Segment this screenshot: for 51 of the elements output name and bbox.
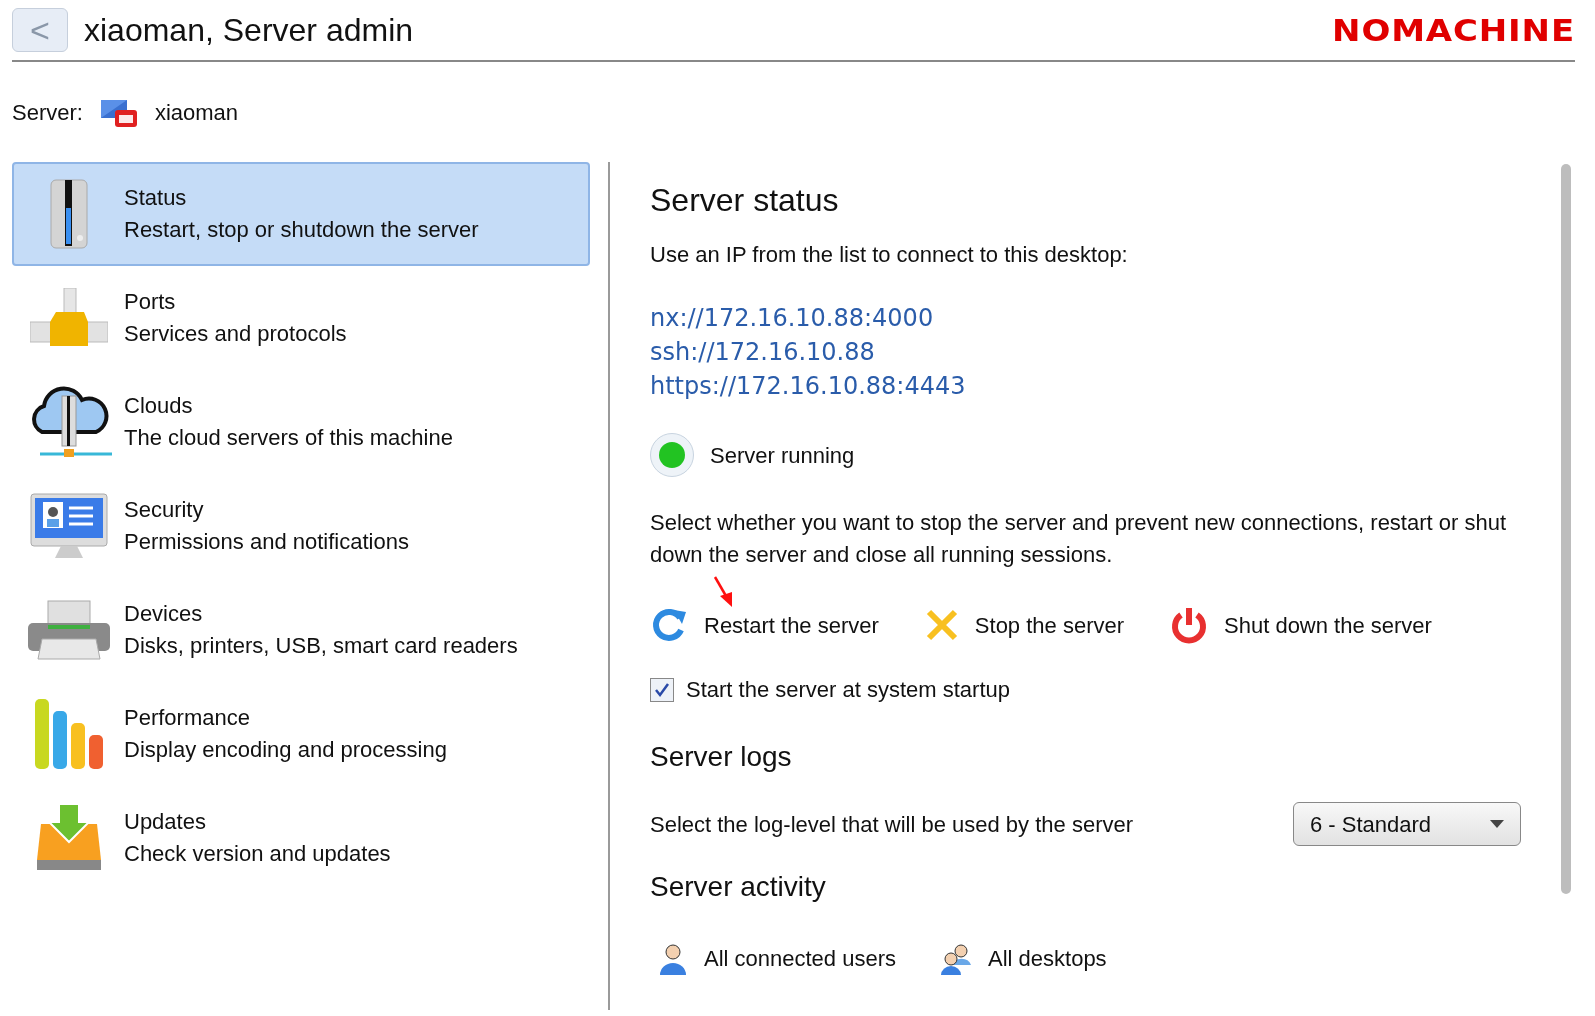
- server-tower-icon: [47, 178, 91, 250]
- item-subtitle: Permissions and notifications: [124, 528, 409, 556]
- user-icon: [658, 942, 688, 975]
- startup-label: Start the server at system startup: [686, 676, 1010, 704]
- section-heading: Server activity: [650, 870, 827, 904]
- action-button[interactable]: Restart the server: [650, 606, 879, 644]
- address-link[interactable]: nx://172.16.10.88:4000: [650, 301, 934, 335]
- startup-checkbox[interactable]: [650, 677, 674, 702]
- section-heading: Server logs: [650, 740, 793, 774]
- page-title: xiaoman, Server admin: [84, 11, 415, 50]
- activity-link[interactable]: All connected users: [650, 942, 896, 975]
- server-label: Server:: [12, 98, 83, 127]
- item-subtitle: Restart, stop or shutdown the server: [124, 216, 479, 244]
- monitor-profile-icon: [29, 492, 109, 560]
- server-name: xiaoman: [154, 98, 239, 127]
- section-heading: Server status: [650, 181, 840, 220]
- item-title: Performance: [124, 704, 251, 732]
- address-link[interactable]: ssh://172.16.10.88: [650, 335, 875, 369]
- item-subtitle: The cloud servers of this machine: [124, 424, 453, 452]
- dropdown-caret-icon: [1490, 820, 1504, 828]
- log-level-dropdown[interactable]: 6 - Standard: [1293, 802, 1521, 846]
- activity-link[interactable]: All desktops: [932, 942, 1107, 975]
- description-text: Select whether you want to stop the server and prevent new connections, restart or shut down the server and close all running sessions.: [650, 509, 1508, 569]
- power-icon: [1170, 605, 1209, 645]
- bar-chart-icon: [33, 697, 105, 771]
- item-title: Status: [124, 184, 188, 212]
- item-subtitle: Services and protocols: [124, 320, 347, 348]
- item-subtitle: Disks, printers, USB, smart card readers: [124, 632, 518, 660]
- users-icon: [940, 942, 972, 975]
- logo: NOMACHINE: [1332, 10, 1575, 50]
- address-link[interactable]: https://172.16.10.88:4443: [650, 369, 966, 403]
- item-subtitle: Display encoding and processing: [124, 736, 447, 764]
- scrollbar[interactable]: [1561, 164, 1571, 894]
- cross-icon: [924, 608, 959, 642]
- item-title: Clouds: [124, 392, 194, 420]
- download-tray-icon: [35, 804, 103, 872]
- action-button[interactable]: Shut down the server: [1170, 605, 1432, 645]
- sidebar-item[interactable]: Status Restart, stop or shutdown the server: [12, 162, 590, 266]
- item-title: Ports: [124, 288, 177, 316]
- pipe-connector-icon: [30, 288, 108, 348]
- item-title: Devices: [124, 600, 204, 628]
- action-button[interactable]: Stop the server: [924, 608, 1125, 642]
- refresh-icon: [650, 606, 688, 644]
- item-title: Updates: [124, 808, 207, 836]
- status-text: Server running: [710, 441, 855, 470]
- intro-text: Use an IP from the list to connect to this desktop:: [650, 241, 1129, 269]
- check-icon: [654, 681, 670, 698]
- printer-icon: [26, 599, 112, 661]
- item-title: Security: [124, 496, 205, 524]
- log-level-label: Select the log-level that will be used by the server: [650, 810, 1134, 839]
- item-subtitle: Check version and updates: [124, 840, 391, 868]
